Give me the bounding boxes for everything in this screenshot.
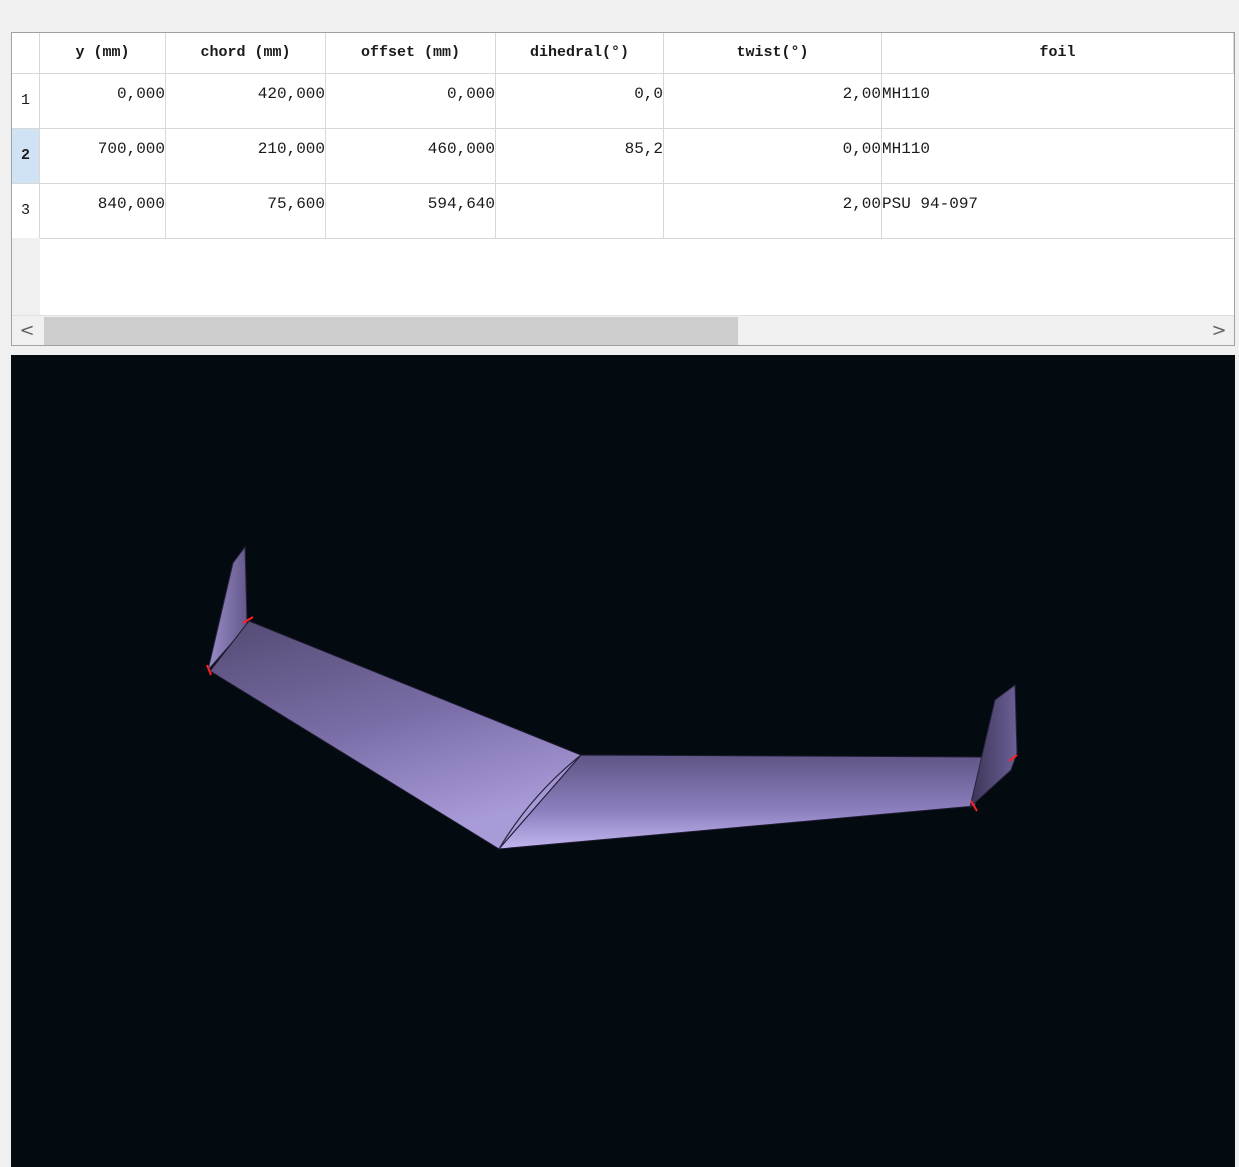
right-wing-panel [497,754,984,850]
column-header-twist[interactable]: twist(°) [664,33,882,73]
cell-y[interactable]: 0,000 [40,74,166,128]
cell-foil[interactable]: MH110 [882,74,1234,128]
table-corner [12,33,40,73]
column-header-offset[interactable]: offset (mm) [326,33,496,73]
cell-offset[interactable]: 0,000 [326,74,496,128]
scroll-left-icon[interactable]: < [12,316,42,345]
column-header-y[interactable]: y (mm) [40,33,166,73]
cell-foil[interactable]: PSU 94-097 [882,184,1234,238]
cell-dihedral[interactable] [496,184,664,238]
cell-dihedral[interactable]: 85,2 [496,129,664,183]
row-header[interactable]: 1 [12,74,40,128]
table-row[interactable]: 3 840,000 75,600 594,640 2,00 PSU 94-097 [12,183,1234,238]
wing-3d-model [206,545,1018,850]
cell-foil[interactable]: MH110 [882,129,1234,183]
cell-y[interactable]: 700,000 [40,129,166,183]
right-winglet [969,684,1018,809]
cell-twist[interactable]: 0,00 [664,129,882,183]
column-header-chord[interactable]: chord (mm) [166,33,326,73]
cell-chord[interactable]: 210,000 [166,129,326,183]
cell-twist[interactable]: 2,00 [664,74,882,128]
cell-dihedral[interactable]: 0,0 [496,74,664,128]
cell-chord[interactable]: 75,600 [166,184,326,238]
horizontal-scrollbar[interactable]: < > [12,315,1234,345]
table-row[interactable]: 2 700,000 210,000 460,000 85,2 0,00 MH11… [12,128,1234,183]
wing-3d-viewport[interactable] [11,355,1235,1167]
cell-y[interactable]: 840,000 [40,184,166,238]
cell-chord[interactable]: 420,000 [166,74,326,128]
cell-offset[interactable]: 594,640 [326,184,496,238]
column-header-dihedral[interactable]: dihedral(°) [496,33,664,73]
table-empty-area [40,238,1234,315]
row-header[interactable]: 3 [12,184,40,238]
scrollbar-thumb[interactable] [44,317,738,345]
row-header[interactable]: 2 [12,129,40,183]
column-header-foil[interactable]: foil [882,33,1234,73]
scroll-right-icon[interactable]: > [1204,316,1234,345]
cell-offset[interactable]: 460,000 [326,129,496,183]
table-row[interactable]: 1 0,000 420,000 0,000 0,0 2,00 MH110 [12,73,1234,128]
left-wing-panel [209,620,582,850]
cell-twist[interactable]: 2,00 [664,184,882,238]
wing-sections-table: y (mm) chord (mm) offset (mm) dihedral(°… [11,32,1235,346]
